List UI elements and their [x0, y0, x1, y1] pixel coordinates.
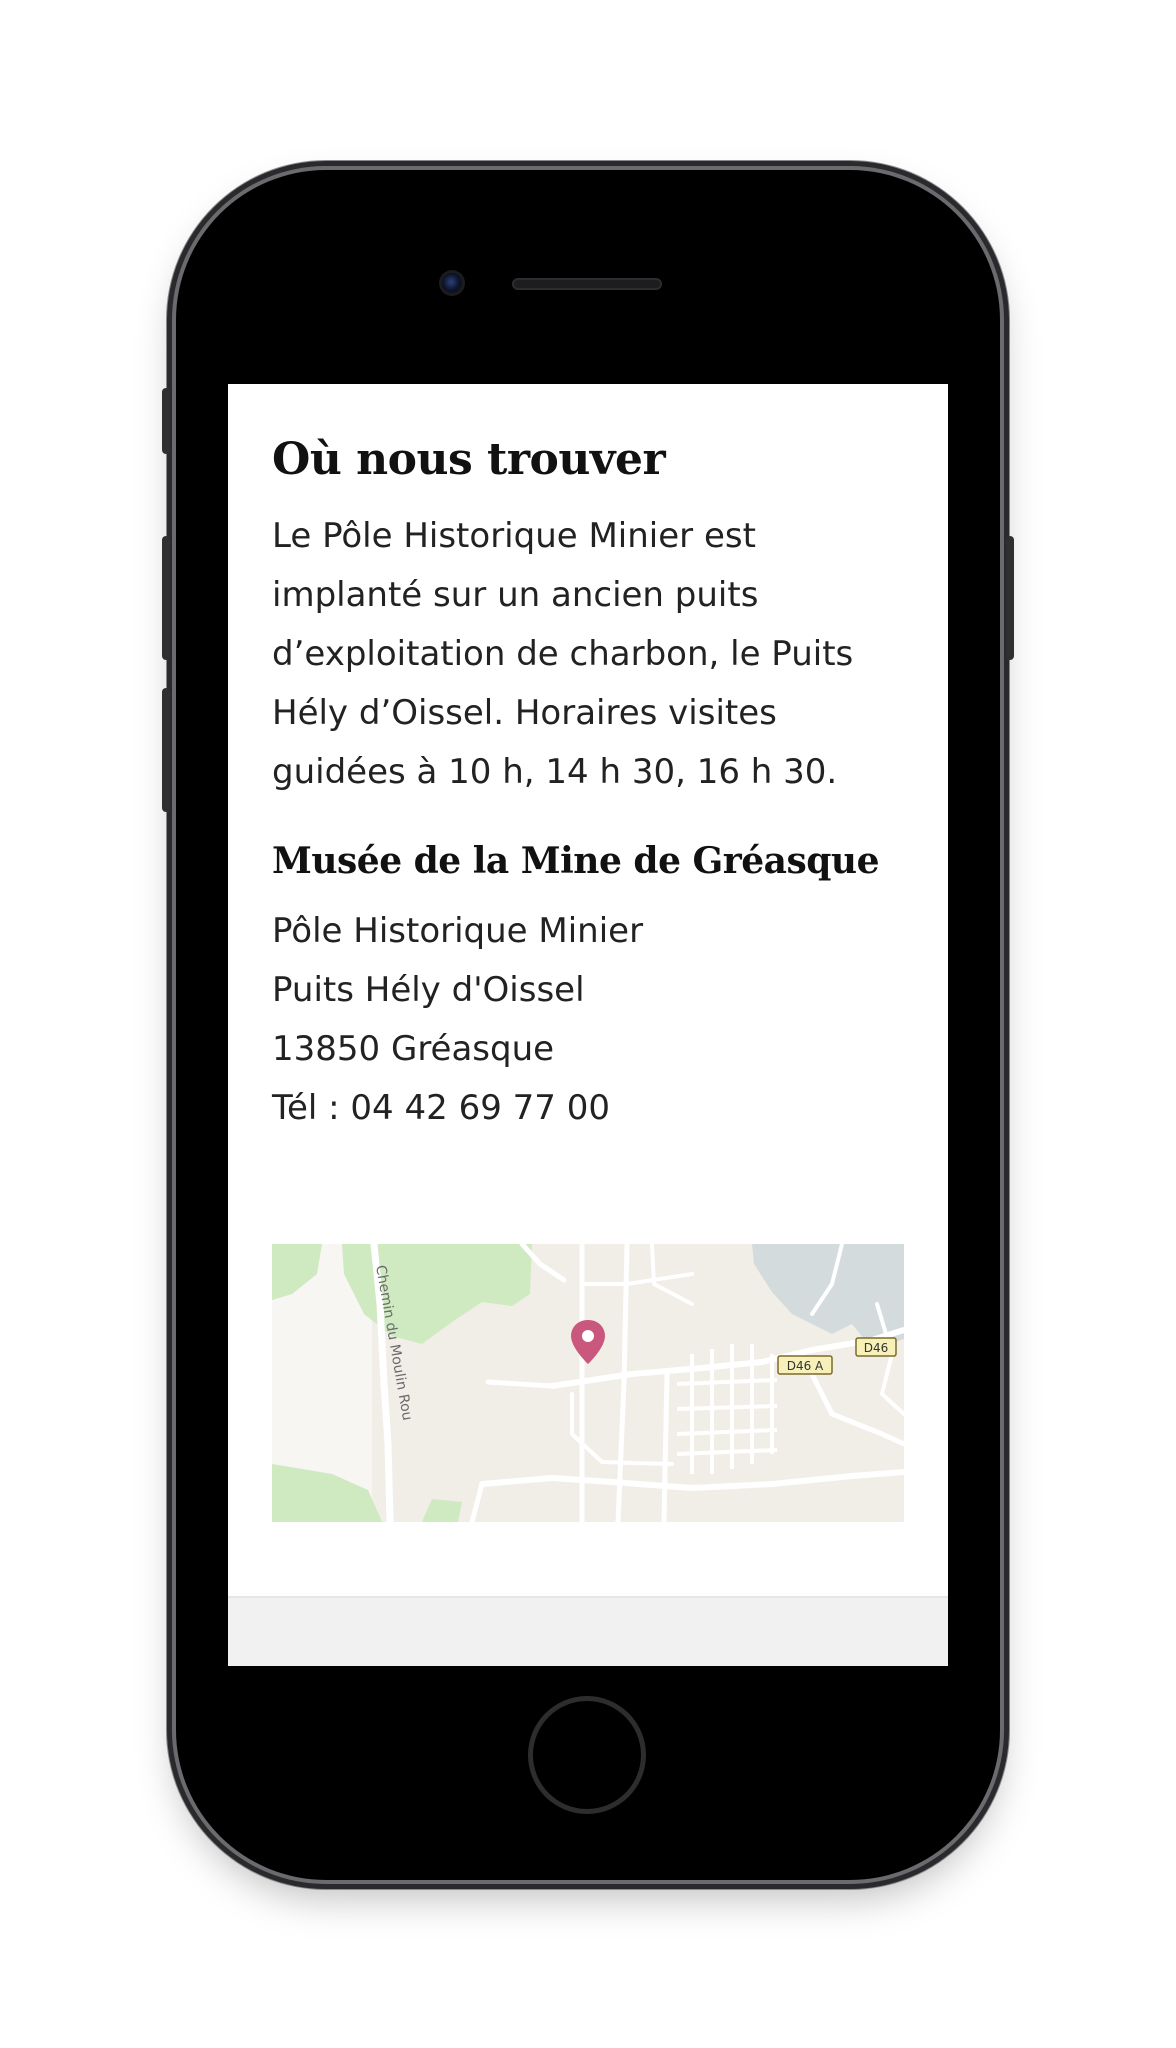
page-footer	[228, 1596, 948, 1666]
power-button	[1006, 536, 1014, 660]
section-title: Où nous trouver	[272, 434, 666, 485]
home-button[interactable]	[528, 1696, 646, 1814]
road-vertical-east	[661, 1371, 670, 1522]
screen: Où nous trouver Le Pôle Historique Minie…	[228, 384, 948, 1666]
silent-switch	[162, 388, 170, 454]
shield-d46-text: D46	[864, 1341, 889, 1355]
shield-d46: D46	[855, 1337, 897, 1357]
map-embed[interactable]: Chemin du Moulin Rou D46 A D46	[272, 1244, 904, 1522]
museum-name: Musée de la Mine de Gréasque	[272, 840, 879, 882]
address-line-2: Puits Hély d'Oissel	[272, 970, 585, 1010]
camera-icon	[442, 273, 462, 293]
museum-address: Pôle Historique Minier Puits Hély d'Oiss…	[272, 902, 904, 1138]
address-line-1: Pôle Historique Minier	[272, 911, 644, 951]
section-description: Le Pôle Historique Minier est implanté s…	[272, 516, 854, 792]
shield-d46a: D46 A	[777, 1355, 833, 1375]
speaker-grille	[512, 278, 662, 290]
phone-number[interactable]: Tél : 04 42 69 77 00	[272, 1079, 904, 1138]
location-section: Où nous trouver Le Pôle Historique Minie…	[272, 434, 904, 1138]
volume-up-button	[162, 536, 170, 660]
address-line-3: 13850 Gréasque	[272, 1029, 555, 1069]
location-pin-dot	[582, 1330, 594, 1342]
shield-d46a-text: D46 A	[787, 1359, 824, 1373]
volume-down-button	[162, 688, 170, 812]
